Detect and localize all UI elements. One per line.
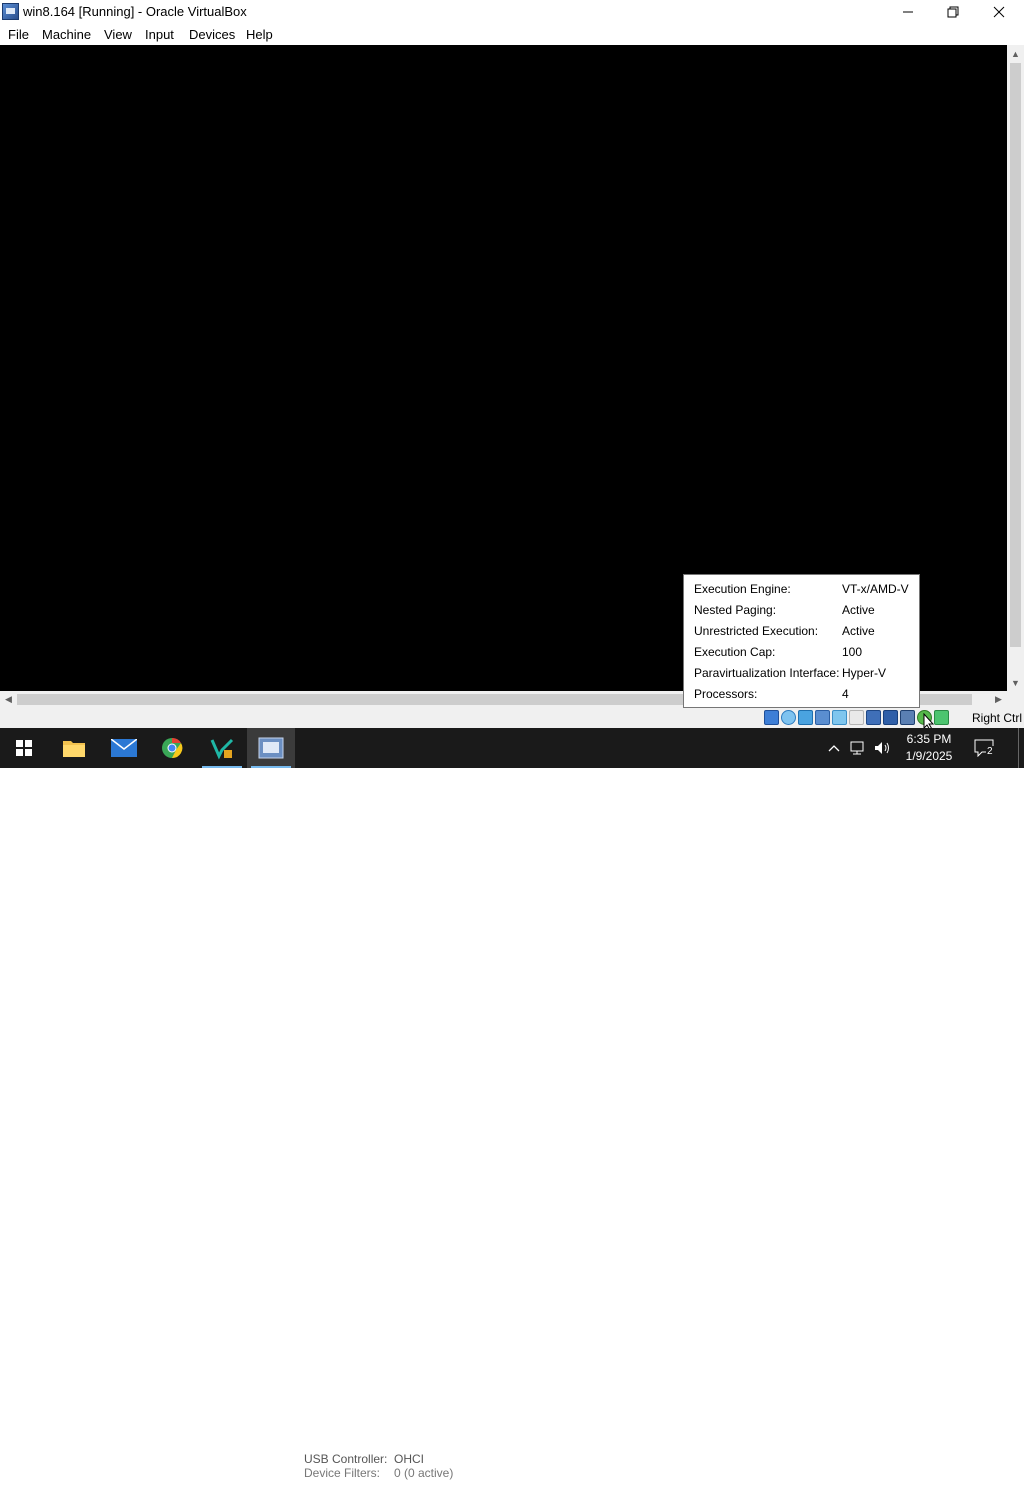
scroll-up-icon[interactable]: ▲ [1007,45,1024,62]
mail-button[interactable] [100,728,148,768]
tooltip-key: Unrestricted Execution: [694,624,819,638]
scroll-left-icon[interactable]: ◀ [0,691,17,708]
usb-controller-label: USB Controller: [304,1452,388,1466]
system-clock[interactable]: 6:35 PM 1/9/2025 [898,731,960,765]
scrollbar-corner [1007,691,1024,708]
mail-icon [111,739,137,757]
host-key-label[interactable]: Right Ctrl [972,711,1022,725]
network-status-icon[interactable] [850,740,868,756]
shared-folders-icon[interactable] [849,710,864,725]
device-filters-label: Device Filters: [304,1466,381,1480]
vs-code-button[interactable] [198,728,246,768]
minimize-icon [903,11,913,13]
tooltip-key: Execution Engine: [694,582,791,596]
restore-icon [947,6,959,18]
menu-input[interactable]: Input [145,27,174,42]
volume-icon[interactable] [874,740,892,756]
show-desktop-button[interactable] [1018,728,1019,768]
close-button[interactable] [976,0,1022,24]
show-hidden-icons-icon[interactable] [826,740,842,756]
keyboard-icon[interactable] [934,710,949,725]
vertical-scrollbar[interactable]: ▲ ▼ [1007,45,1024,691]
audio-icon[interactable] [798,710,813,725]
network-icon[interactable] [815,710,830,725]
tooltip-value: 100 [842,645,863,659]
start-button[interactable] [0,728,48,768]
system-tray [826,728,892,768]
file-explorer-icon [63,741,85,757]
usb-controller-value: OHCI [394,1452,424,1466]
menu-devices[interactable]: Devices [189,27,235,42]
tooltip-key: Nested Paging: [694,603,777,617]
menu-file[interactable]: File [8,27,29,42]
tooltip-value: 4 [842,687,849,701]
scroll-down-icon[interactable]: ▼ [1007,674,1024,691]
hard-disk-icon[interactable] [764,710,779,725]
cpu-icon[interactable] [900,710,915,725]
usb-icon[interactable] [832,710,847,725]
windows-logo-icon [16,740,32,756]
menu-view[interactable]: View [104,27,132,42]
recording-icon[interactable] [883,710,898,725]
tooltip-key: Paravirtualization Interface: [694,666,840,680]
minimize-button[interactable] [885,0,931,24]
chrome-icon [162,737,183,759]
clock-time: 6:35 PM [906,732,952,746]
window-title: win8.164 [Running] - Oracle VirtualBox [23,4,247,19]
taskbar: USB Controller: OHCI Device Filters: 0 (… [0,728,1024,1480]
chrome-button[interactable] [148,728,196,768]
restore-button[interactable] [930,0,976,24]
menu-machine[interactable]: Machine [42,27,91,42]
file-explorer-button[interactable] [50,728,98,768]
tooltip-value: Hyper-V [842,666,887,680]
action-center-button[interactable]: 2 [968,728,1000,768]
status-icons [764,710,949,726]
close-icon [993,6,1005,18]
device-filters-value: 0 (0 active) [394,1466,454,1480]
vertical-scroll-thumb[interactable] [1010,63,1021,647]
scroll-right-icon[interactable]: ▶ [990,691,1007,708]
menu-bar: File Machine View Input Devices Help [0,24,1024,45]
notification-count: 2 [986,746,994,757]
tooltip-value: Active [842,624,875,638]
virtualbox-taskbar-button[interactable] [247,728,295,768]
tooltip-key: Processors: [694,687,758,701]
clock-date: 1/9/2025 [905,749,953,763]
virtualbox-icon [2,3,19,20]
display-icon[interactable] [866,710,881,725]
virtualbox-icon [258,737,284,759]
title-bar[interactable]: win8.164 [Running] - Oracle VirtualBox [0,0,1024,24]
menu-help[interactable]: Help [246,27,273,42]
optical-drive-icon[interactable] [781,710,796,725]
background-window-peek: USB Controller: OHCI Device Filters: 0 (… [296,1452,596,1496]
tooltip-value: Active [842,603,875,617]
status-bar: Right Ctrl [0,708,1024,728]
tooltip-key: Execution Cap: [694,645,776,659]
vs-code-icon [210,738,234,760]
cpu-tooltip: Execution Engine: VT-x/AMD-V Nested Pagi… [683,574,920,708]
tooltip-value: VT-x/AMD-V [842,582,909,596]
